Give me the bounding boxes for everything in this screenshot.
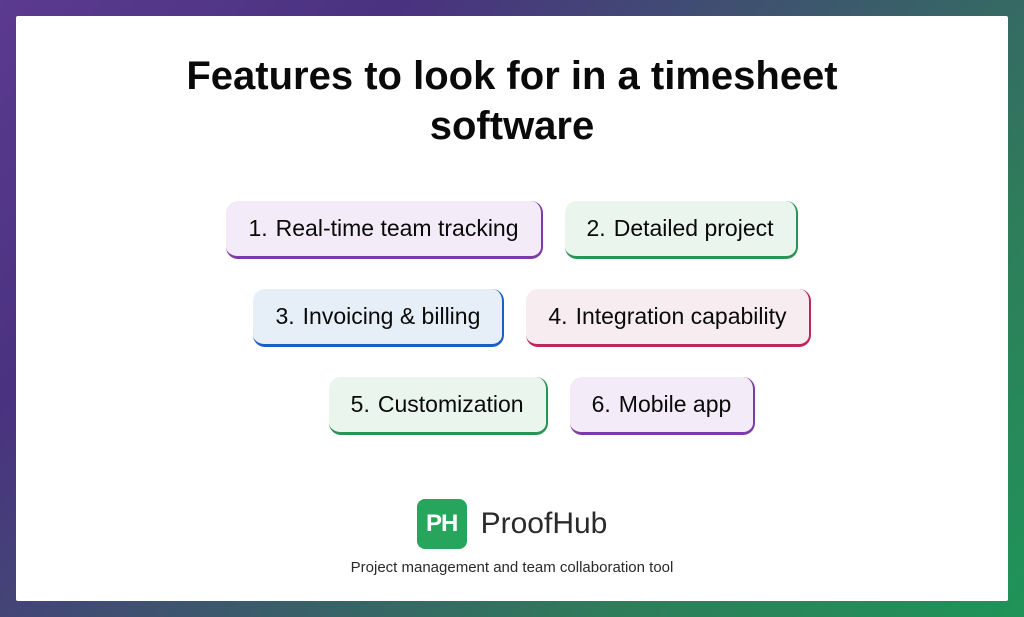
tagline: Project management and team collaboratio… [351, 559, 674, 576]
page-title: Features to look for in a timesheet soft… [162, 51, 862, 151]
feature-label: Invoicing & billing [303, 303, 481, 330]
feature-item: 6. Mobile app [570, 377, 756, 435]
feature-number: 3. [275, 303, 294, 330]
features-list: 1. Real-time team tracking 2. Detailed p… [213, 201, 810, 435]
feature-item: 5. Customization [329, 377, 548, 435]
feature-item: 2. Detailed project [565, 201, 798, 259]
feature-label: Customization [378, 391, 524, 418]
feature-row: 5. Customization 6. Mobile app [269, 377, 756, 435]
feature-number: 1. [248, 215, 267, 242]
feature-number: 6. [592, 391, 611, 418]
feature-item: 1. Real-time team tracking [226, 201, 542, 259]
feature-row: 1. Real-time team tracking 2. Detailed p… [226, 201, 797, 259]
feature-number: 5. [351, 391, 370, 418]
logo: PH ProofHub [417, 499, 608, 549]
logo-icon: PH [417, 499, 467, 549]
feature-number: 2. [587, 215, 606, 242]
feature-label: Integration capability [576, 303, 787, 330]
feature-item: 4. Integration capability [526, 289, 810, 347]
feature-number: 4. [548, 303, 567, 330]
logo-text: ProofHub [481, 507, 608, 541]
feature-label: Mobile app [619, 391, 732, 418]
feature-row: 3. Invoicing & billing 4. Integration ca… [213, 289, 810, 347]
feature-label: Detailed project [614, 215, 774, 242]
feature-item: 3. Invoicing & billing [253, 289, 504, 347]
footer: PH ProofHub Project management and team … [351, 499, 674, 576]
main-container: Features to look for in a timesheet soft… [16, 16, 1008, 601]
feature-label: Real-time team tracking [276, 215, 519, 242]
